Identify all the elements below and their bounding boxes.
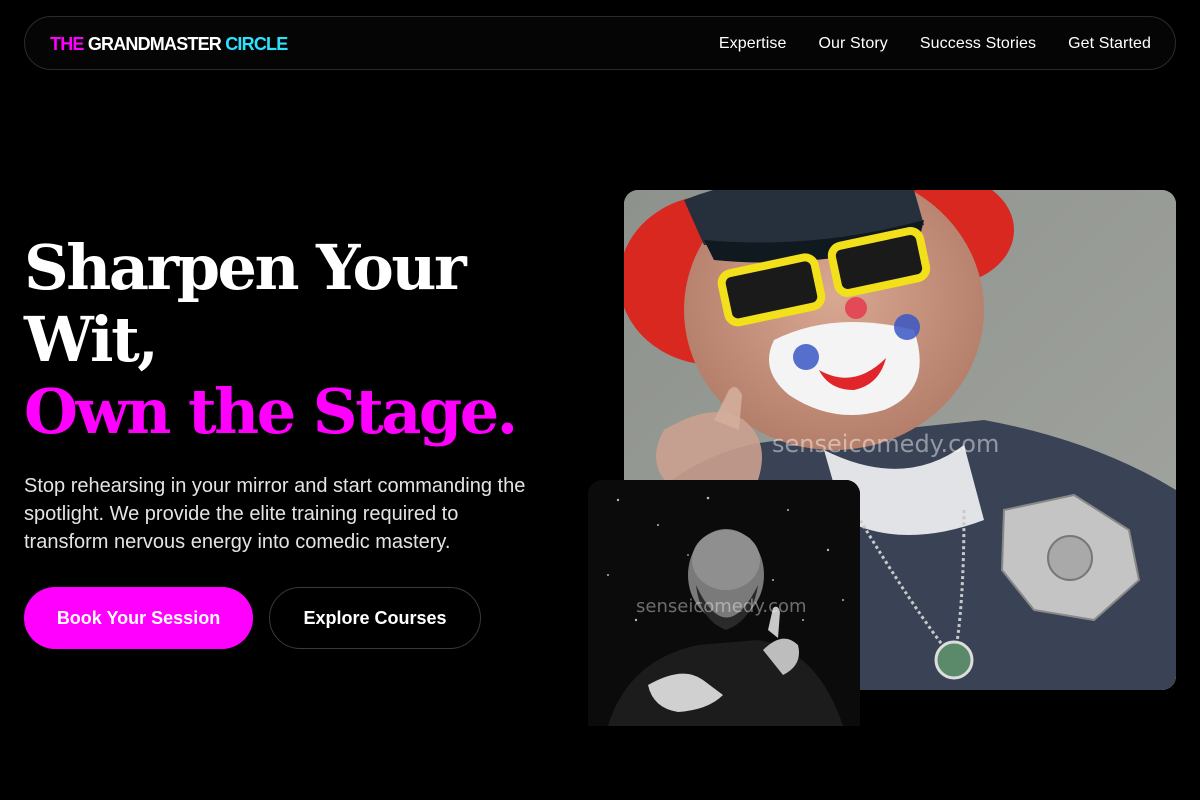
book-session-button[interactable]: Book Your Session bbox=[24, 587, 253, 649]
nav-links: Expertise Our Story Success Stories Get … bbox=[719, 17, 1151, 71]
hero-lead-text: Stop rehearsing in your mirror and start… bbox=[24, 475, 526, 553]
logo-part-circle: CIRCLE bbox=[225, 34, 288, 54]
nav-link-success-stories[interactable]: Success Stories bbox=[920, 35, 1036, 53]
nav-link-get-started[interactable]: Get Started bbox=[1068, 35, 1151, 53]
hero-headline: Sharpen Your Wit, Own the Stage. bbox=[24, 232, 584, 448]
top-navbar: THE GRANDMASTER CIRCLE Expertise Our Sto… bbox=[24, 16, 1176, 70]
hero-photo-comedian: senseicomedy.com bbox=[588, 480, 860, 726]
headline-line-2: Wit, bbox=[24, 303, 159, 376]
logo-part-the: THE bbox=[50, 34, 84, 54]
comedian-illustration bbox=[588, 480, 860, 726]
logo-part-grandmaster: GRANDMASTER bbox=[87, 34, 222, 54]
headline-line-3-accent: Own the Stage. bbox=[24, 375, 518, 448]
explore-courses-button[interactable]: Explore Courses bbox=[269, 587, 481, 649]
nav-link-expertise[interactable]: Expertise bbox=[719, 35, 787, 53]
nav-link-our-story[interactable]: Our Story bbox=[818, 35, 887, 53]
headline-line-1: Sharpen Your bbox=[24, 231, 467, 304]
brand-logo[interactable]: THE GRANDMASTER CIRCLE bbox=[50, 33, 288, 55]
